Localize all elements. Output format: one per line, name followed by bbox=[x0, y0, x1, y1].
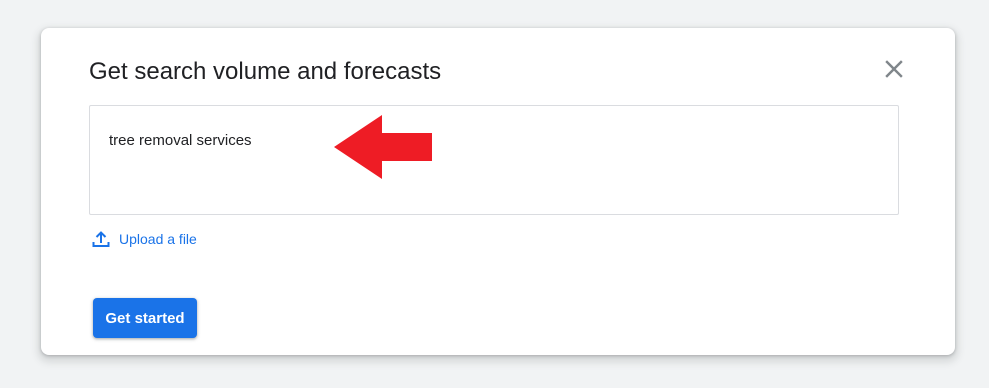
keyword-forecast-dialog: Get search volume and forecasts tree rem… bbox=[41, 28, 955, 355]
upload-icon bbox=[92, 231, 110, 247]
dialog-title: Get search volume and forecasts bbox=[89, 58, 442, 85]
keyword-input-box: tree removal services bbox=[89, 105, 899, 215]
red-arrow-left-icon bbox=[334, 115, 432, 179]
upload-file-link[interactable]: Upload a file bbox=[91, 229, 197, 249]
close-icon bbox=[885, 60, 903, 78]
keyword-input[interactable]: tree removal services bbox=[90, 106, 898, 214]
get-started-button[interactable]: Get started bbox=[93, 298, 197, 338]
close-button[interactable] bbox=[879, 54, 909, 84]
upload-file-label: Upload a file bbox=[119, 231, 197, 247]
